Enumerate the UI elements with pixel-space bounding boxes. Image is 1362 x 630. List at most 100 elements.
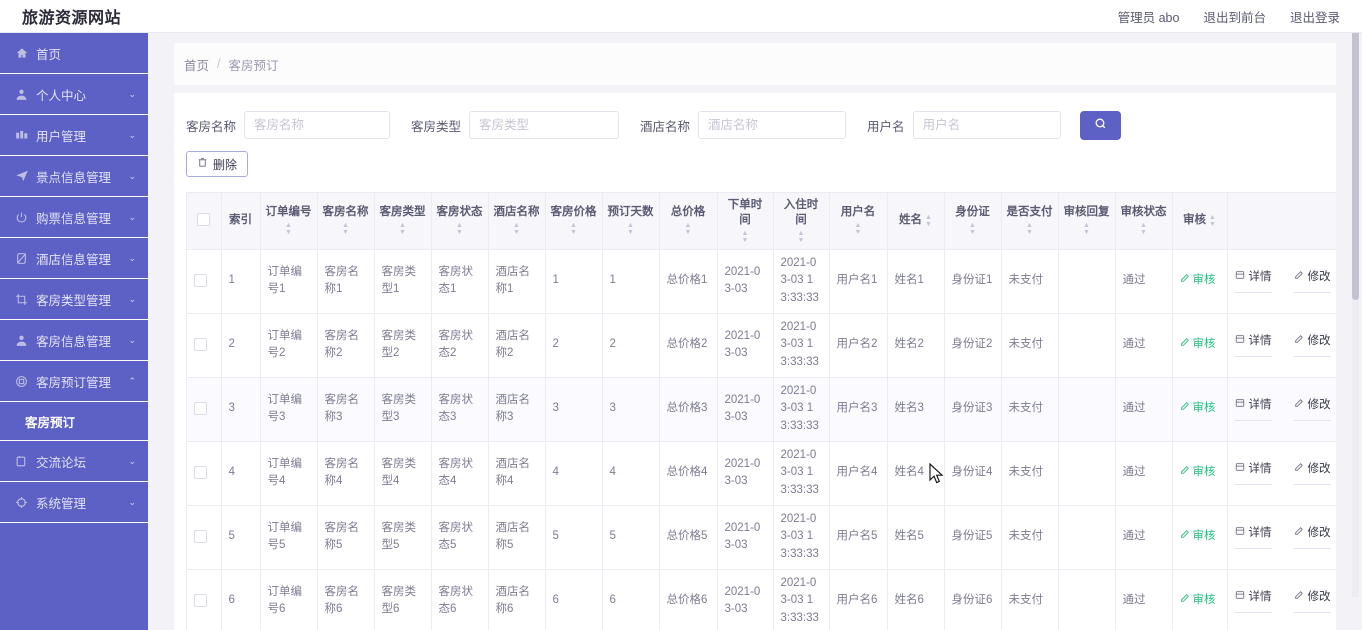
th-room-type[interactable]: 客房类型 ▲ ▼ bbox=[374, 193, 432, 250]
select-all-checkbox[interactable] bbox=[197, 213, 211, 227]
audit-link[interactable]: 审核 bbox=[1180, 272, 1216, 289]
cell-audit[interactable]: 审核 bbox=[1172, 441, 1228, 506]
row-checkbox[interactable] bbox=[194, 465, 207, 479]
th-total-price[interactable]: 总价格 ▲ ▼ bbox=[659, 193, 718, 250]
sort-icon[interactable]: ▲ ▼ bbox=[969, 222, 976, 236]
sort-icon[interactable]: ▲ ▼ bbox=[925, 214, 932, 228]
th-checkin-time[interactable]: 入住时间 ▲ ▼ bbox=[773, 193, 830, 250]
edit-button[interactable]: 修改 bbox=[1293, 397, 1331, 421]
th-hotel-name[interactable]: 酒店名称 ▲ ▼ bbox=[488, 193, 546, 250]
audit-link[interactable]: 审核 bbox=[1180, 336, 1216, 353]
sidebar-item-attraction-info[interactable]: 景点信息管理 ⌄ bbox=[0, 156, 148, 197]
sort-icon[interactable]: ▲ ▼ bbox=[1209, 214, 1216, 228]
audit-link[interactable]: 审核 bbox=[1180, 400, 1216, 417]
sort-icon[interactable]: ▲ ▼ bbox=[685, 222, 692, 236]
table-row[interactable]: 6 订单编号6 客房名称6 客房类型6 客房状态6 酒店名称6 6 6 总价格6 2021-03-… bbox=[187, 569, 1336, 630]
row-select-cell[interactable] bbox=[187, 441, 222, 506]
th-room-status[interactable]: 客房状态 ▲ ▼ bbox=[431, 193, 489, 250]
sort-icon[interactable]: ▲ ▼ bbox=[742, 230, 749, 244]
row-checkbox[interactable] bbox=[194, 593, 207, 607]
audit-link[interactable]: 审核 bbox=[1180, 528, 1216, 545]
delete-button[interactable]: 删除 bbox=[186, 151, 249, 177]
cell-operations[interactable]: 详情 修改 bbox=[1227, 377, 1336, 442]
sidebar-item-system-management[interactable]: 系统管理 ⌄ bbox=[0, 482, 148, 523]
sort-icon[interactable]: ▲ ▼ bbox=[342, 222, 349, 236]
sort-icon[interactable]: ▲ ▼ bbox=[1026, 222, 1033, 236]
th-audit[interactable]: 审核 ▲ ▼ bbox=[1172, 193, 1228, 250]
edit-button[interactable]: 修改 bbox=[1293, 269, 1331, 293]
row-select-cell[interactable] bbox=[187, 377, 222, 442]
sort-icon[interactable]: ▲ ▼ bbox=[1140, 222, 1147, 236]
sidebar-item-ticket-info[interactable]: 购票信息管理 ⌄ bbox=[0, 197, 148, 238]
search-button[interactable] bbox=[1079, 110, 1121, 140]
hotel-name-input[interactable] bbox=[698, 111, 847, 139]
audit-link[interactable]: 审核 bbox=[1180, 464, 1216, 481]
room-name-input[interactable] bbox=[244, 111, 391, 139]
sort-icon[interactable]: ▲ ▼ bbox=[855, 222, 862, 236]
exit-to-frontend-link[interactable]: 退出到前台 bbox=[1203, 7, 1266, 26]
table-row[interactable]: 2 订单编号2 客房名称2 客房类型2 客房状态2 酒店名称2 2 2 总价格2 2021-03-… bbox=[187, 313, 1336, 378]
breadcrumb-home[interactable]: 首页 bbox=[184, 55, 209, 74]
th-room-name[interactable]: 客房名称 ▲ ▼ bbox=[317, 193, 375, 250]
cell-operations[interactable]: 详情 修改 bbox=[1227, 569, 1336, 630]
th-username[interactable]: 用户名 ▲ ▼ bbox=[829, 193, 888, 250]
th-select-all[interactable] bbox=[187, 193, 222, 250]
cell-operations[interactable]: 详情 修改 bbox=[1227, 249, 1336, 314]
edit-button[interactable]: 修改 bbox=[1293, 333, 1331, 357]
cell-audit[interactable]: 审核 bbox=[1172, 249, 1228, 314]
table-row[interactable]: 5 订单编号5 客房名称5 客房类型5 客房状态5 酒店名称5 5 5 总价格5 2021-03-… bbox=[187, 505, 1336, 570]
th-audit-status[interactable]: 审核状态 ▲ ▼ bbox=[1115, 193, 1173, 250]
table-row[interactable]: 4 订单编号4 客房名称4 客房类型4 客房状态4 酒店名称4 4 4 总价格4 2021-03-… bbox=[187, 441, 1336, 506]
row-select-cell[interactable] bbox=[187, 569, 222, 630]
row-checkbox[interactable] bbox=[194, 401, 207, 415]
sidebar-item-hotel-info[interactable]: 酒店信息管理 ⌄ bbox=[0, 238, 148, 279]
row-checkbox[interactable] bbox=[194, 529, 207, 543]
th-id-card[interactable]: 身份证 ▲ ▼ bbox=[944, 193, 1002, 250]
detail-button[interactable]: 详情 bbox=[1234, 589, 1272, 613]
edit-button[interactable]: 修改 bbox=[1293, 589, 1331, 613]
edit-button[interactable]: 修改 bbox=[1293, 461, 1331, 485]
detail-button[interactable]: 详情 bbox=[1234, 269, 1272, 293]
room-type-input[interactable] bbox=[469, 111, 620, 139]
sort-icon[interactable]: ▲ ▼ bbox=[399, 222, 406, 236]
th-order-no[interactable]: 订单编号 ▲ ▼ bbox=[260, 193, 318, 250]
th-days[interactable]: 预订天数 ▲ ▼ bbox=[602, 193, 660, 250]
sidebar-item-room-info[interactable]: 客房信息管理 ⌄ bbox=[0, 320, 148, 361]
sidebar-item-forum[interactable]: 交流论坛 ⌄ bbox=[0, 441, 148, 482]
cell-audit[interactable]: 审核 bbox=[1172, 313, 1228, 378]
sort-icon[interactable]: ▲ ▼ bbox=[1083, 222, 1090, 236]
cell-audit[interactable]: 审核 bbox=[1172, 505, 1228, 570]
scrollbar-thumb[interactable] bbox=[1352, 0, 1359, 300]
row-select-cell[interactable] bbox=[187, 313, 222, 378]
sidebar-item-room-booking-management[interactable]: 客房预订管理 ⌃ bbox=[0, 361, 148, 402]
sort-icon[interactable]: ▲ ▼ bbox=[285, 222, 292, 236]
cell-operations[interactable]: 详情 修改 bbox=[1227, 441, 1336, 506]
row-checkbox[interactable] bbox=[194, 273, 207, 287]
audit-link[interactable]: 审核 bbox=[1180, 592, 1216, 609]
th-is-paid[interactable]: 是否支付 ▲ ▼ bbox=[1001, 193, 1059, 250]
sidebar-item-home[interactable]: 首页 bbox=[0, 33, 148, 74]
sort-icon[interactable]: ▲ ▼ bbox=[456, 222, 463, 236]
detail-button[interactable]: 详情 bbox=[1234, 461, 1272, 485]
row-select-cell[interactable] bbox=[187, 249, 222, 314]
cell-operations[interactable]: 详情 修改 bbox=[1227, 505, 1336, 570]
th-real-name[interactable]: 姓名 ▲ ▼ bbox=[887, 193, 945, 250]
cell-audit[interactable]: 审核 bbox=[1172, 569, 1228, 630]
page-scrollbar[interactable] bbox=[1352, 0, 1359, 597]
sidebar-subitem-room-booking[interactable]: 客房预订 bbox=[0, 402, 148, 441]
detail-button[interactable]: 详情 bbox=[1234, 525, 1272, 549]
th-order-time[interactable]: 下单时间 ▲ ▼ bbox=[717, 193, 774, 250]
table-row[interactable]: 3 订单编号3 客房名称3 客房类型3 客房状态3 酒店名称3 3 3 总价格3 2021-03-… bbox=[187, 377, 1336, 442]
th-room-price[interactable]: 客房价格 ▲ ▼ bbox=[545, 193, 603, 250]
detail-button[interactable]: 详情 bbox=[1234, 333, 1272, 357]
sidebar-item-room-type[interactable]: 客房类型管理 ⌄ bbox=[0, 279, 148, 320]
sidebar-item-user-management[interactable]: 用户管理 ⌄ bbox=[0, 115, 148, 156]
sidebar-item-personal-center[interactable]: 个人中心 ⌄ bbox=[0, 74, 148, 115]
detail-button[interactable]: 详情 bbox=[1234, 397, 1272, 421]
user-name-input[interactable] bbox=[912, 111, 1061, 139]
cell-audit[interactable]: 审核 bbox=[1172, 377, 1228, 442]
cell-operations[interactable]: 详情 修改 bbox=[1227, 313, 1336, 378]
table-container[interactable]: 索引 订单编号 ▲ ▼ 客房名称 ▲ ▼ 客房类型 ▲ ▼ 客房状态 ▲ ▼ 酒店名称 ▲ ▼ 客房… bbox=[186, 192, 1336, 630]
row-checkbox[interactable] bbox=[194, 337, 207, 351]
sort-icon[interactable]: ▲ ▼ bbox=[627, 222, 634, 236]
